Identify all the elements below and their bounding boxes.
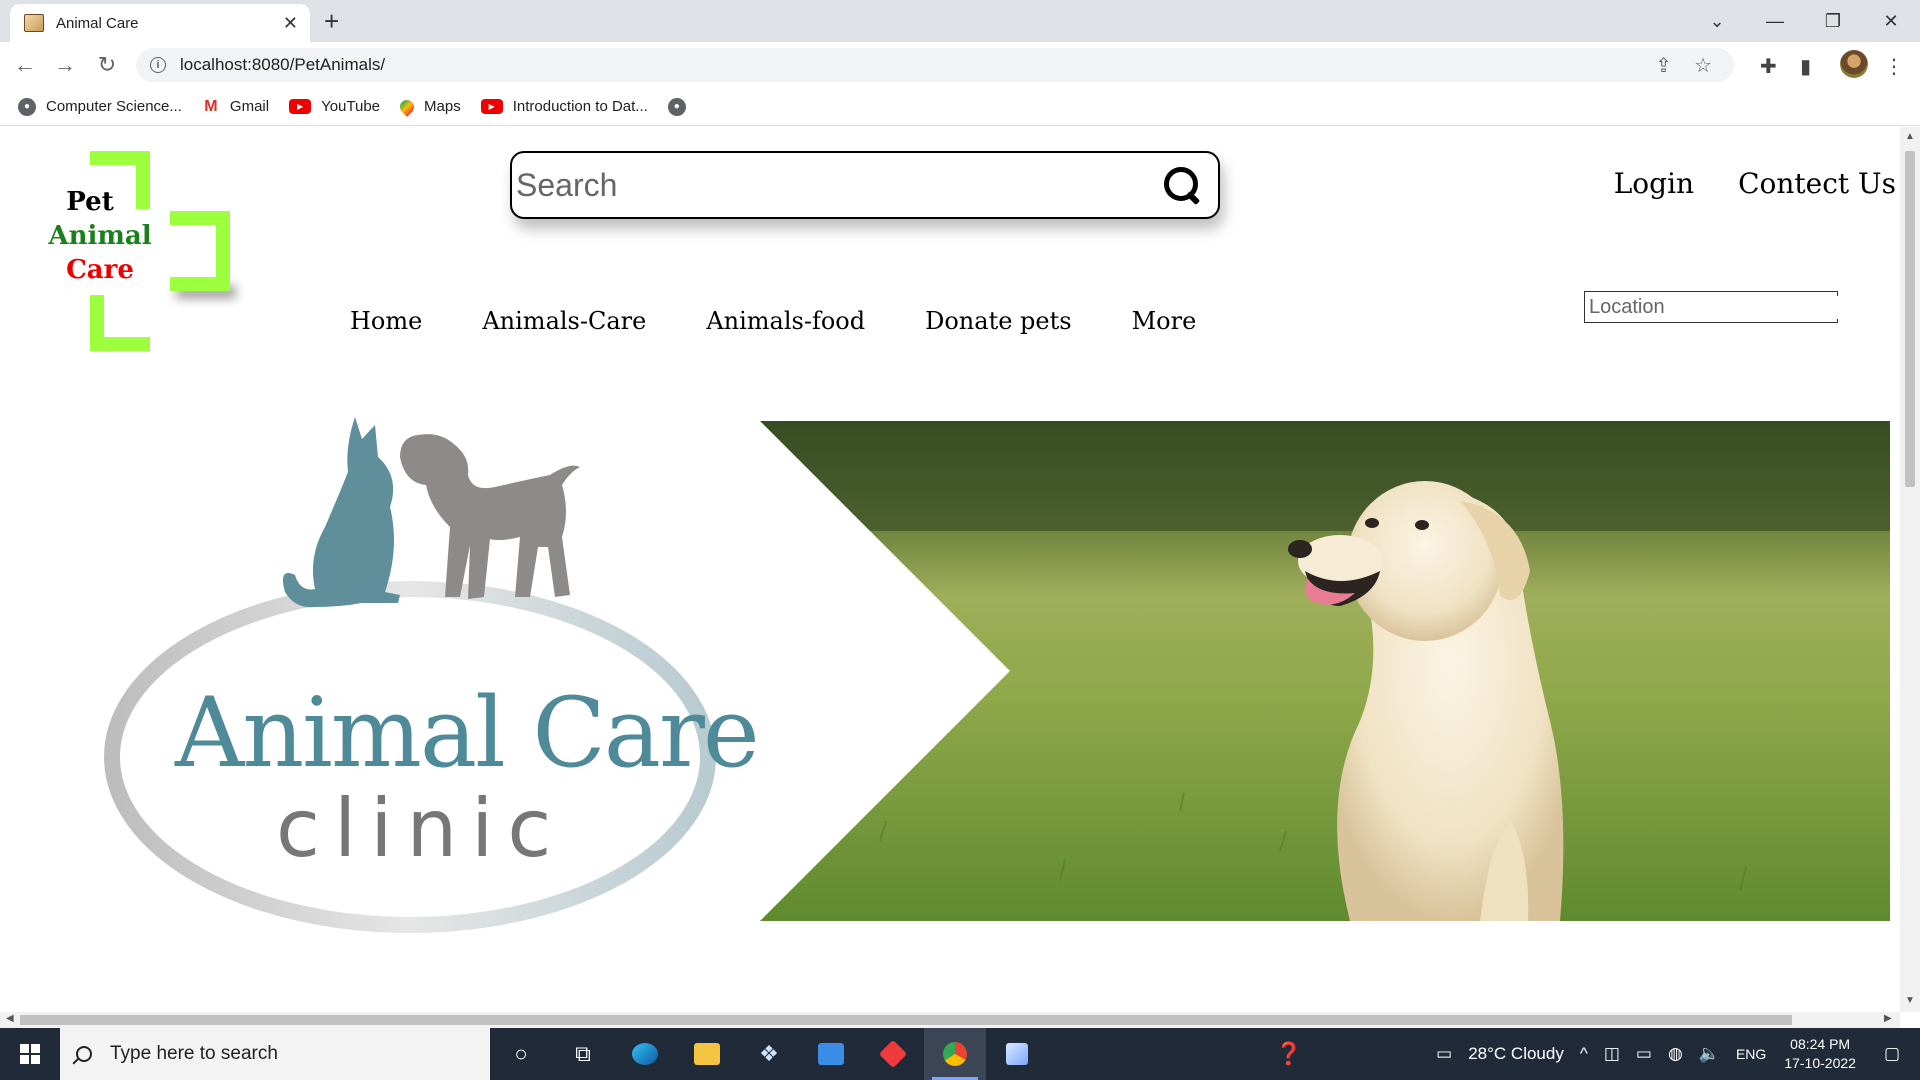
search-box [510, 151, 1220, 219]
weather-icon[interactable]: ▭ [1436, 1044, 1452, 1064]
chrome-icon[interactable] [924, 1028, 986, 1080]
dropbox-icon[interactable]: ❖ [738, 1028, 800, 1080]
forward-icon[interactable]: → [50, 50, 80, 80]
search-input[interactable] [516, 166, 1162, 204]
taskbar-search[interactable] [60, 1028, 490, 1080]
scroll-up-icon[interactable]: ▲ [1905, 131, 1915, 142]
location-input[interactable] [1589, 295, 1854, 319]
vertical-scroll-thumb[interactable] [1905, 151, 1915, 487]
clock[interactable]: 08:24 PM 17-10-2022 [1784, 1035, 1856, 1073]
tab-search-icon[interactable]: ⌄ [1688, 0, 1746, 42]
volume-icon[interactable]: 🔈 [1699, 1044, 1720, 1064]
globe-icon: ● [667, 97, 686, 116]
search-icon[interactable] [1162, 165, 1202, 205]
cat-silhouette-icon [282, 417, 400, 608]
top-links: Login Contect Us [1570, 167, 1896, 200]
3d-box-icon[interactable] [986, 1028, 1048, 1080]
share-icon[interactable]: ⇪ [1655, 53, 1672, 78]
bookmark-star-icon[interactable]: ☆ [1694, 53, 1712, 78]
side-panel-icon[interactable]: ▮ [1800, 54, 1811, 79]
horizontal-scroll-thumb[interactable] [20, 1015, 1792, 1025]
menu-animals-care[interactable]: Animals-Care [482, 307, 646, 335]
contact-us-link[interactable]: Contect Us [1738, 167, 1896, 200]
favicon-icon [24, 14, 44, 32]
minimize-icon[interactable]: — [1746, 0, 1804, 42]
brand-word-pet: Pet [66, 187, 114, 217]
extensions-icon[interactable]: ✚ [1760, 54, 1777, 79]
youtube-icon: ▶ [480, 99, 503, 114]
language-indicator[interactable]: ENG [1736, 1046, 1766, 1062]
meet-icon[interactable]: ◫ [1604, 1044, 1620, 1064]
page-viewport: Pet Animal Care Login Contect Us Home An… [0, 127, 1900, 1012]
file-explorer-icon[interactable] [676, 1028, 738, 1080]
maps-pin-icon [397, 96, 417, 117]
bookmark-youtube[interactable]: ▶ YouTube [289, 98, 380, 115]
anydesk-icon[interactable] [862, 1028, 924, 1080]
clinic-logo-subtitle: clinic [276, 782, 566, 875]
help-icon[interactable]: ❓ [1258, 1028, 1320, 1080]
new-tab-icon[interactable]: + [324, 6, 339, 36]
window-controls: ⌄ — ❐ ✕ [1688, 0, 1920, 42]
site-info-icon[interactable]: i [150, 57, 166, 73]
clinic-logo-title: Animal Care [175, 677, 760, 789]
address-bar[interactable]: i localhost:8080/PetAnimals/ ⇪ ☆ [136, 48, 1734, 82]
globe-icon: ● [18, 97, 36, 116]
main-menu: Home Animals-Care Animals-food Donate pe… [350, 307, 1256, 335]
show-hidden-icons-icon[interactable]: ^ [1580, 1044, 1588, 1064]
restore-icon[interactable]: ❐ [1804, 0, 1862, 42]
close-window-icon[interactable]: ✕ [1862, 0, 1920, 42]
bookmark-gmail[interactable]: M Gmail [201, 97, 269, 116]
scroll-down-icon[interactable]: ▼ [1905, 995, 1915, 1006]
location-box [1584, 291, 1859, 323]
profile-avatar[interactable] [1840, 50, 1868, 78]
youtube-icon: ▶ [289, 99, 312, 114]
clinic-logo: Animal Care clinic [100, 417, 760, 957]
weather-text[interactable]: 28°C Cloudy [1468, 1044, 1564, 1064]
brand-logo[interactable]: Pet Animal Care [40, 151, 250, 351]
browser-toolbar: ← → ↻ i localhost:8080/PetAnimals/ ⇪ ☆ ✚… [0, 42, 1920, 88]
search-icon [76, 1046, 92, 1062]
notifications-icon[interactable]: ▢ [1884, 1044, 1900, 1064]
scroll-left-icon[interactable]: ◀ [6, 1013, 14, 1024]
vertical-scrollbar[interactable]: ▲ ▼ [1900, 127, 1920, 1012]
clock-date: 17-10-2022 [1784, 1055, 1856, 1071]
bookmark-globe[interactable]: ● [667, 97, 696, 116]
brand-word-care: Care [66, 255, 134, 285]
taskbar-search-input[interactable] [110, 1043, 430, 1065]
edge-icon[interactable] [614, 1028, 676, 1080]
clock-time: 08:24 PM [1790, 1036, 1851, 1052]
tab-title: Animal Care [56, 14, 139, 32]
tab-strip: Animal Care ✕ + ⌄ — ❐ ✕ [0, 0, 1920, 42]
start-button[interactable] [0, 1028, 60, 1080]
menu-animals-food[interactable]: Animals-food [706, 307, 865, 335]
task-view-icon[interactable]: ⧉ [552, 1028, 614, 1080]
menu-donate-pets[interactable]: Donate pets [925, 307, 1071, 335]
cortana-icon[interactable]: ○ [490, 1028, 552, 1080]
system-tray: ▭ 28°C Cloudy ^ ◫ ▭ ◍ 🔈 ENG 08:24 PM 17-… [1428, 1028, 1920, 1080]
scroll-right-icon[interactable]: ▶ [1884, 1013, 1892, 1024]
hero-arrow-shape [760, 421, 1010, 921]
battery-icon[interactable]: ▭ [1636, 1044, 1652, 1064]
bookmarks-bar: ● Computer Science... M Gmail ▶ YouTube Map… [0, 88, 1920, 126]
login-link[interactable]: Login [1614, 167, 1694, 200]
windows-logo-icon [20, 1044, 40, 1064]
taskbar: ○ ⧉ ❖ ❓ ▭ 28°C Cloudy ^ ◫ ▭ ◍ 🔈 ENG 08:2… [0, 1028, 1920, 1080]
back-icon[interactable]: ← [10, 50, 40, 80]
menu-home[interactable]: Home [350, 307, 422, 335]
menu-kebab-icon[interactable]: ⋮ [1884, 54, 1904, 79]
bookmark-maps[interactable]: Maps [397, 96, 461, 117]
url-text[interactable]: localhost:8080/PetAnimals/ [180, 55, 1655, 75]
menu-more[interactable]: More [1132, 307, 1197, 335]
bookmark-computer-science[interactable]: ● Computer Science... [18, 97, 182, 116]
dog-silhouette-icon [400, 434, 580, 599]
reload-icon[interactable]: ↻ [92, 50, 122, 80]
browser-tab[interactable]: Animal Care ✕ [10, 4, 310, 42]
brand-word-animal: Animal [48, 221, 152, 251]
close-tab-icon[interactable]: ✕ [283, 13, 298, 34]
bookmark-introduction[interactable]: ▶ Introduction to Dat... [480, 98, 648, 115]
network-globe-icon[interactable]: ◍ [1668, 1044, 1683, 1064]
gmail-icon: M [201, 97, 220, 116]
mail-icon[interactable] [800, 1028, 862, 1080]
horizontal-scrollbar[interactable]: ◀ ▶ [0, 1012, 1900, 1028]
